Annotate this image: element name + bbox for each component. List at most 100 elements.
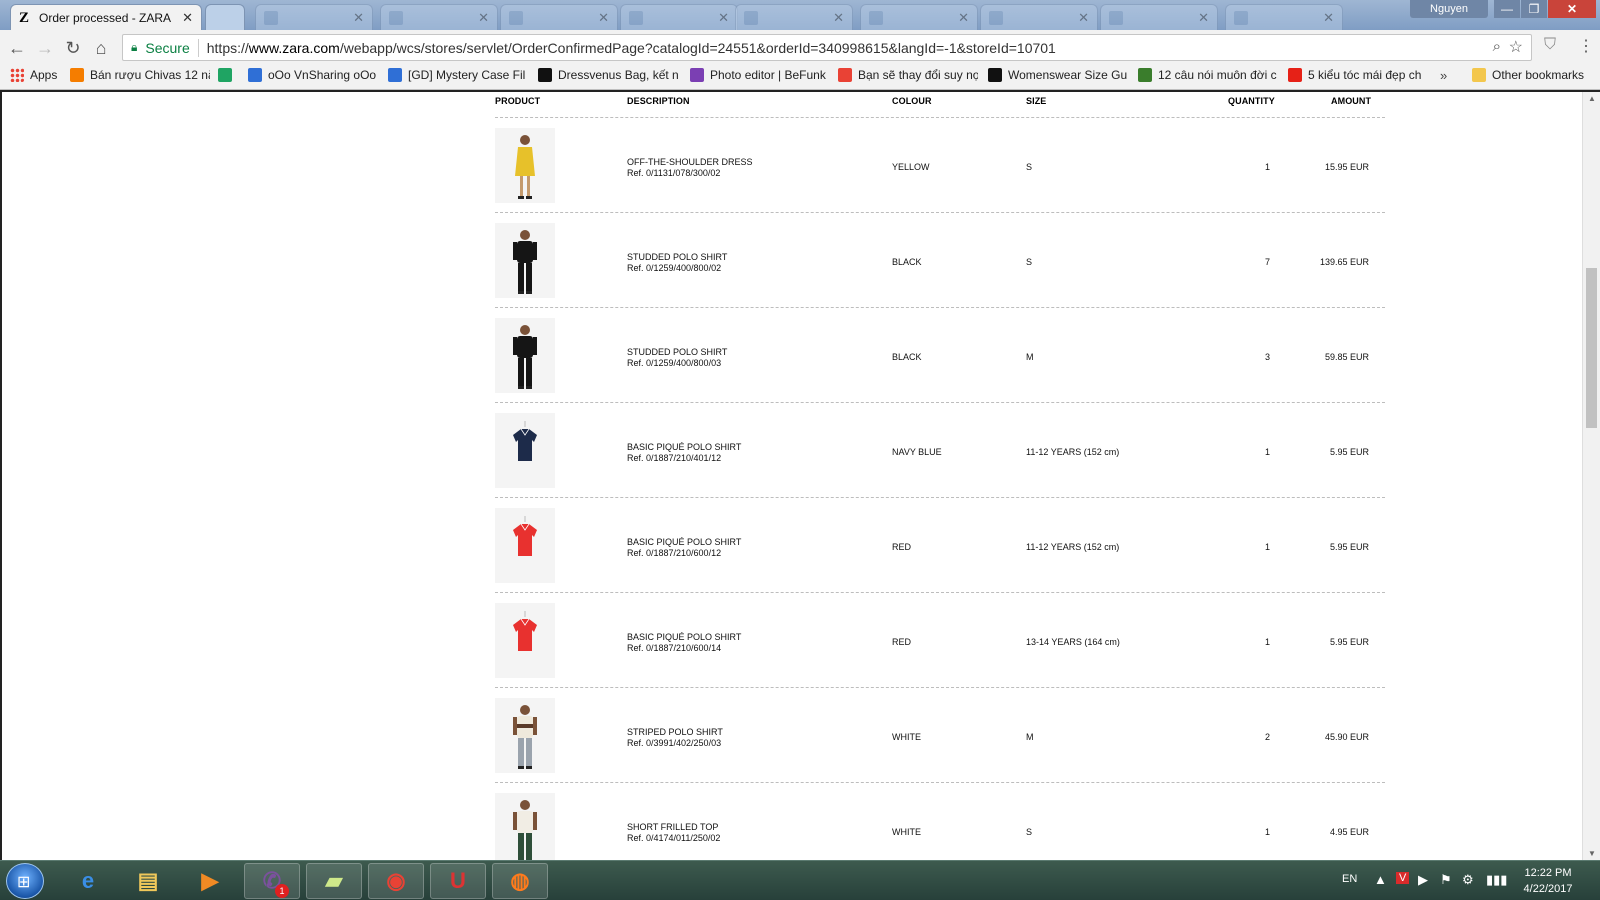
- forward-button[interactable]: →: [34, 37, 56, 59]
- forward-arrow-icon: →: [36, 37, 54, 58]
- product-thumbnail[interactable]: [495, 318, 555, 393]
- taskbar-firefox[interactable]: ◍: [492, 863, 548, 899]
- reload-button[interactable]: ↻: [62, 37, 84, 59]
- tray-icon[interactable]: V: [1396, 872, 1410, 884]
- taskbar-chrome[interactable]: ◉: [368, 863, 424, 899]
- taskbar-unikey[interactable]: U: [430, 863, 486, 899]
- tab-zara-order[interactable]: Z Order processed - ZARA ✕: [10, 4, 202, 30]
- back-button[interactable]: ←: [6, 37, 28, 59]
- bookmark-label: 5 kiểu tóc mái đẹp ch: [1308, 68, 1422, 82]
- item-name[interactable]: BASIC PIQUÉ POLO SHIRT: [627, 537, 741, 548]
- close-tab-icon[interactable]: ✕: [182, 10, 193, 26]
- home-button[interactable]: ⌂: [90, 37, 112, 59]
- address-bar[interactable]: 🔒︎ Secure https://www.zara.com/webapp/wc…: [122, 34, 1532, 61]
- start-button[interactable]: ⊞: [6, 863, 44, 899]
- background-tab[interactable]: ✕: [380, 4, 498, 30]
- order-item-row: STRIPED POLO SHIRT Ref. 0/3991/402/250/03…: [495, 687, 1385, 784]
- bookmark-befunky[interactable]: Photo editor | BeFunk: [690, 68, 826, 82]
- tray-icon[interactable]: ⚑: [1440, 872, 1452, 888]
- product-thumbnail[interactable]: [495, 603, 555, 678]
- close-tab-icon[interactable]: ✕: [478, 10, 489, 26]
- close-tab-icon[interactable]: ✕: [833, 10, 844, 26]
- scrollbar-thumb[interactable]: [1586, 268, 1597, 428]
- item-name[interactable]: BASIC PIQUÉ POLO SHIRT: [627, 632, 741, 643]
- taskbar-sticky-notes[interactable]: ▰: [306, 863, 362, 899]
- close-tab-icon[interactable]: ✕: [958, 10, 969, 26]
- close-window-button[interactable]: ✕: [1548, 0, 1596, 18]
- tray-icon[interactable]: ▲: [1374, 872, 1387, 887]
- zoom-icon[interactable]: ⌕: [1493, 38, 1501, 55]
- item-name[interactable]: STUDDED POLO SHIRT: [627, 252, 727, 263]
- bookmark-star-icon[interactable]: ☆: [1509, 37, 1523, 57]
- clock-time[interactable]: 12:22 PM: [1508, 867, 1588, 879]
- item-name[interactable]: BASIC PIQUÉ POLO SHIRT: [627, 442, 741, 453]
- page-scrollbar[interactable]: ▲ ▼: [1582, 92, 1600, 860]
- item-ref: Ref. 0/1887/210/600/12: [627, 548, 722, 558]
- product-thumbnail[interactable]: [495, 508, 555, 583]
- bookmark-apps[interactable]: Apps: [10, 68, 70, 82]
- product-thumbnail[interactable]: [495, 413, 555, 488]
- bookmark-dressvenus[interactable]: Dressvenus Bag, kết n: [538, 68, 680, 82]
- maximize-button[interactable]: ❐: [1521, 0, 1547, 18]
- bookmark-12-cau-noi[interactable]: 12 câu nói muôn đời c: [1138, 68, 1278, 82]
- item-name[interactable]: SHORT FRILLED TOP: [627, 822, 720, 833]
- scroll-down-arrow-icon[interactable]: ▼: [1588, 849, 1596, 858]
- model-striped-polo-image: [513, 705, 537, 769]
- background-tab[interactable]: ✕: [500, 4, 618, 30]
- close-tab-icon[interactable]: ✕: [1323, 10, 1334, 26]
- product-thumbnail[interactable]: [495, 223, 555, 298]
- background-tab[interactable]: ✕: [860, 4, 978, 30]
- model-black-polo-image: [513, 325, 537, 389]
- bookmark-ban-se-thay-doi[interactable]: Bạn sẽ thay đổi suy nọ: [838, 68, 978, 82]
- extension-shield-icon[interactable]: ⛉: [1544, 36, 1556, 54]
- taskbar-internet-explorer[interactable]: e: [60, 863, 116, 899]
- background-tab[interactable]: ✕: [1225, 4, 1343, 30]
- bookmark-chivas[interactable]: Bán rượu Chivas 12 nă: [70, 68, 210, 82]
- bookmark-other[interactable]: Other bookmarks: [1472, 68, 1592, 82]
- item-description: STUDDED POLO SHIRT Ref. 0/1259/400/800/03: [627, 347, 727, 369]
- taskbar-file-explorer[interactable]: ▤: [120, 863, 176, 899]
- item-description: BASIC PIQUÉ POLO SHIRT Ref. 0/1887/210/40…: [627, 442, 741, 464]
- item-ref: Ref. 0/1259/400/800/02: [627, 263, 722, 273]
- url-scheme: https://: [206, 39, 249, 56]
- language-indicator[interactable]: EN: [1342, 873, 1357, 885]
- product-thumbnail[interactable]: [495, 793, 555, 868]
- product-thumbnail[interactable]: [495, 128, 555, 203]
- tray-icon[interactable]: ▮▮▮: [1486, 872, 1507, 888]
- close-tab-icon[interactable]: ✕: [1198, 10, 1209, 26]
- background-tab[interactable]: ✕: [620, 4, 738, 30]
- tab-favicon-icon: [1109, 10, 1123, 25]
- scroll-up-arrow-icon[interactable]: ▲: [1588, 94, 1596, 103]
- new-tab-button[interactable]: [205, 4, 245, 30]
- background-tab[interactable]: ✕: [255, 4, 373, 30]
- chrome-menu-icon[interactable]: ⋮: [1578, 36, 1594, 56]
- background-tab[interactable]: ✕: [980, 4, 1098, 30]
- bookmark-5-kieu-toc[interactable]: 5 kiểu tóc mái đẹp ch: [1288, 68, 1428, 82]
- clock-date[interactable]: 4/22/2017: [1508, 883, 1588, 895]
- tray-icon[interactable]: ▶: [1418, 872, 1428, 888]
- profile-button[interactable]: Nguyen: [1410, 0, 1488, 18]
- minimize-button[interactable]: —: [1494, 0, 1520, 18]
- close-tab-icon[interactable]: ✕: [598, 10, 609, 26]
- background-tab[interactable]: ✕: [735, 4, 853, 30]
- item-size: 13-14 YEARS (164 cm): [1026, 637, 1120, 647]
- bookmark-mystery-case[interactable]: [GD] Mystery Case Fil: [388, 68, 526, 82]
- bookmarks-overflow-chevron[interactable]: »: [1440, 68, 1447, 83]
- bookmark-google-drive[interactable]: [218, 68, 238, 82]
- bookmark-womenswear-size[interactable]: Womenswear Size Gu: [988, 68, 1128, 82]
- taskbar-viber[interactable]: ✆ 1: [244, 863, 300, 899]
- product-thumbnail[interactable]: [495, 698, 555, 773]
- tray-icon[interactable]: ⚙: [1462, 872, 1474, 888]
- close-tab-icon[interactable]: ✕: [718, 10, 729, 26]
- background-tab[interactable]: ✕: [1100, 4, 1218, 30]
- item-name[interactable]: STUDDED POLO SHIRT: [627, 347, 727, 358]
- taskbar-media-player[interactable]: ▶: [182, 863, 238, 899]
- close-icon: ✕: [1566, 2, 1578, 16]
- navy-polo-image: [513, 421, 537, 461]
- close-tab-icon[interactable]: ✕: [353, 10, 364, 26]
- item-name[interactable]: STRIPED POLO SHIRT: [627, 727, 723, 738]
- bookmark-vnsharing[interactable]: oOo VnSharing oOo: [248, 68, 378, 82]
- item-amount: 15.95 EUR: [1324, 162, 1369, 172]
- item-name[interactable]: OFF-THE-SHOULDER DRESS: [627, 157, 753, 168]
- close-tab-icon[interactable]: ✕: [1078, 10, 1089, 26]
